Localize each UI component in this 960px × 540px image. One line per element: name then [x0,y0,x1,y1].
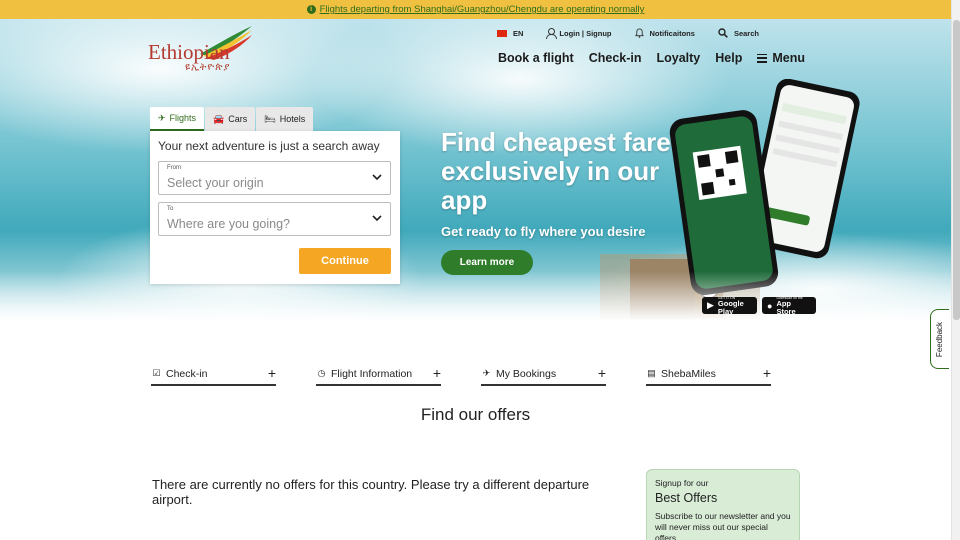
bed-icon: 🛏 [264,113,276,124]
menu-label: Menu [772,51,805,65]
no-offers-message: There are currently no offers for this c… [152,477,590,507]
app-store-text: App Store [776,298,796,316]
alert-link[interactable]: Flights departing from Shanghai/Guangzho… [320,4,645,15]
notifications-link[interactable]: Notificaitons [634,28,695,38]
destination-field[interactable]: To Where are you going? [158,202,391,236]
menu-button[interactable]: Menu [757,51,805,65]
quick-link-shebamiles[interactable]: ▤ ShebaMiles + [646,363,771,386]
alert-bar: i Flights departing from Shanghai/Guangz… [0,0,951,19]
user-icon [546,28,558,39]
plus-icon: + [432,365,441,381]
scrollbar-thumb[interactable] [953,20,960,320]
plus-icon: + [597,365,606,381]
tab-cars-label: Cars [228,114,248,124]
app-store-badge[interactable]: ● Download on the App Store [762,296,816,316]
plane-icon: ✈ [482,368,491,378]
language-selector[interactable]: EN [497,29,523,38]
notifications-label: Notificaitons [649,28,695,38]
chevron-down-icon [372,215,382,222]
quick-link-label: ShebaMiles [661,367,716,380]
google-play-badge[interactable]: ▶ GET IT ON Google Play [702,296,757,316]
nav-check-in[interactable]: Check-in [589,51,642,65]
origin-placeholder: Select your origin [167,176,264,190]
origin-field[interactable]: From Select your origin [158,161,391,195]
language-label: EN [513,28,524,38]
china-flag-icon [497,29,507,37]
feedback-tab[interactable]: Feedback [930,309,949,369]
clock-icon: ◷ [317,368,326,378]
plane-icon: ✈ [158,112,166,123]
bell-icon [634,28,644,38]
tab-flights-label: Flights [169,113,197,123]
quick-link-label: Flight Information [331,367,413,380]
learn-more-button[interactable]: Learn more [441,250,533,275]
search-heading: Your next adventure is just a search awa… [158,139,380,153]
ethiopian-logo[interactable]: Ethiopian ዩኢትዮጵያ [148,26,258,74]
tab-cars[interactable]: 🚘 Cars [205,107,256,131]
search-label: Search [733,28,759,38]
signup-description: Subscribe to our newsletter and you will… [655,511,791,540]
logo-amharic: ዩኢትዮጵያ [185,62,231,73]
quick-link-label: Check-in [166,367,208,380]
offers-title: Find our offers [420,405,531,424]
promo-subtitle: Get ready to fly where you desire [441,224,646,239]
google-play-icon: ▶ [707,300,714,310]
signup-heading: Best Offers [655,491,718,505]
tab-hotels-label: Hotels [279,114,306,124]
apple-icon: ● [767,300,773,311]
login-label: Login | Signup [559,28,612,38]
nav-book-a-flight[interactable]: Book a flight [498,51,574,65]
quick-link-check-in[interactable]: ☑ Check-in + [151,363,276,386]
signup-intro: Signup for our [655,478,709,488]
destination-placeholder: Where are you going? [167,217,290,231]
hamburger-icon [757,53,768,63]
search-tabs: ✈ Flights 🚘 Cars 🛏 Hotels [150,107,314,131]
tab-flights[interactable]: ✈ Flights [150,107,205,131]
promo-title: Find cheapest fare exclusively in our ap… [441,127,671,215]
car-icon: 🚘 [213,113,225,124]
login-signup-link[interactable]: Login | Signup [546,28,612,39]
quick-link-label: My Bookings [496,367,557,380]
quick-link-flight-information[interactable]: ◷ Flight Information + [316,363,441,386]
newsletter-signup-card: Signup for our Best Offers Subscribe to … [646,469,800,540]
search-icon [718,28,728,38]
quick-link-my-bookings[interactable]: ✈ My Bookings + [481,363,606,386]
utility-nav: EN Login | Signup Notificaitons Search [497,28,782,39]
page-scrollbar[interactable] [951,0,960,540]
destination-label: To [167,206,174,212]
search-link[interactable]: Search [718,28,759,38]
card-icon: ▤ [647,368,656,378]
plus-icon: + [267,365,276,381]
google-play-text: Google Play [717,298,744,316]
info-icon: i [306,5,316,14]
flight-search-panel: Your next adventure is just a search awa… [150,131,400,284]
checkbox-icon: ☑ [152,368,161,378]
tab-hotels[interactable]: 🛏 Hotels [256,107,314,131]
main-nav: Book a flight Check-in Loyalty Help Menu [498,51,805,65]
plus-icon: + [762,365,771,381]
continue-button[interactable]: Continue [299,248,391,274]
origin-label: From [167,165,181,171]
feedback-label: Feedback [935,321,945,357]
nav-help[interactable]: Help [715,51,742,65]
chevron-down-icon [372,174,382,181]
nav-loyalty[interactable]: Loyalty [657,51,701,65]
